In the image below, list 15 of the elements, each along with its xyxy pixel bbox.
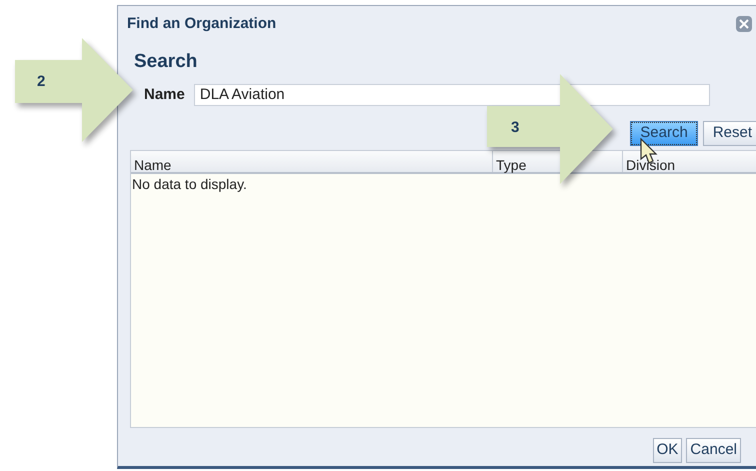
column-header[interactable]: Division: [626, 157, 676, 173]
section-heading: Search: [134, 51, 198, 72]
dialog-title: Find an Organization: [127, 14, 276, 34]
column-header[interactable]: Type: [496, 157, 526, 173]
close-icon[interactable]: [736, 16, 752, 32]
reset-button[interactable]: Reset: [702, 121, 756, 146]
cancel-button[interactable]: Cancel: [686, 438, 741, 463]
callout-number: 2: [37, 72, 46, 92]
name-input-field[interactable]: DLA Aviation: [194, 84, 710, 106]
empty-message: No data to display.: [131, 175, 248, 194]
ok-button[interactable]: OK: [652, 438, 682, 463]
column-header[interactable]: Name: [134, 157, 172, 173]
callout-number: 3: [511, 118, 520, 138]
name-label: Name: [144, 84, 185, 104]
search-button[interactable]: Search: [630, 121, 698, 146]
